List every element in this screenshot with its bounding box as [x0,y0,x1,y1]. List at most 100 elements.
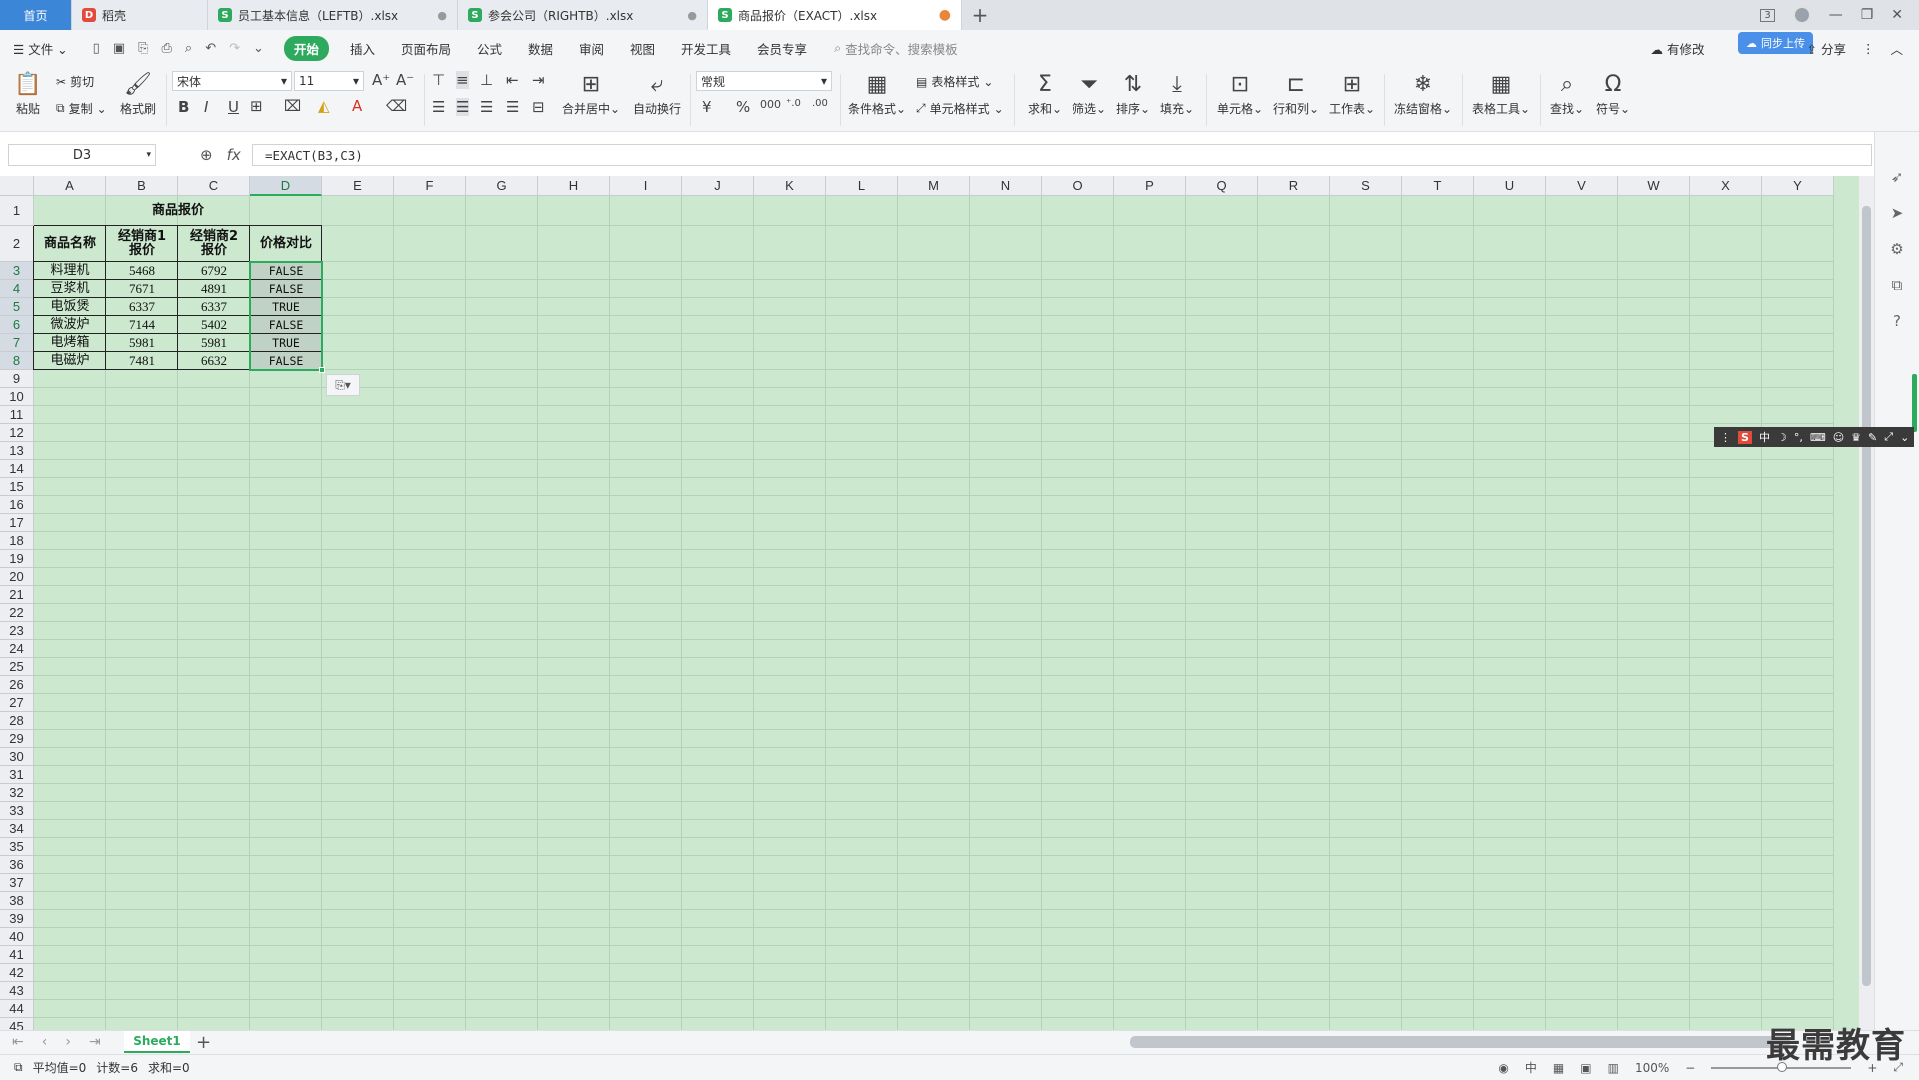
tab-home[interactable]: 首页 [0,0,72,30]
increase-decimal-icon[interactable]: ⁺.0 [786,98,801,109]
product-name-cell[interactable]: 豆浆机 [34,280,106,298]
distribute-icon[interactable]: ⊟ [532,98,545,116]
close-window-icon[interactable]: ✕ [1891,7,1903,23]
row-header-41[interactable]: 41 [0,946,34,964]
dealer1-price-cell[interactable]: 5981 [106,334,178,352]
row-header-13[interactable]: 13 [0,442,34,460]
row-header-40[interactable]: 40 [0,928,34,946]
font-size-select[interactable]: 11 ▾ [294,71,364,91]
new-doc-icon[interactable]: ▯ [93,41,100,56]
menu-review[interactable]: 审阅 [566,39,617,58]
dealer1-price-cell[interactable]: 7144 [106,316,178,334]
close-tab-icon[interactable]: ● [437,9,447,22]
dealer2-price-cell[interactable]: 5981 [178,334,250,352]
row-header-3[interactable]: 3 [0,262,34,280]
number-format-select[interactable]: 常规 ▾ [696,71,832,91]
moon-icon[interactable]: ☽ [1777,431,1787,444]
price-compare-cell[interactable]: FALSE [250,262,322,280]
column-header-p[interactable]: P [1114,176,1186,196]
price-compare-cell[interactable]: FALSE [250,316,322,334]
align-middle-icon[interactable]: ≡ [456,71,469,89]
eye-protect-icon[interactable]: ◉ [1498,1061,1508,1075]
print-icon[interactable]: ⎙ [162,41,172,56]
column-header-s[interactable]: S [1330,176,1402,196]
share-button[interactable]: ⇪ 分享 [1807,39,1846,58]
sort-button[interactable]: ⇅ 排序⌄ [1112,70,1154,117]
command-search[interactable]: ⌕ 查找命令、搜索模板 [820,39,958,58]
more-icon[interactable]: ⋮ [1862,41,1875,56]
close-tab-icon[interactable]: ● [687,9,697,22]
menu-home[interactable]: 开始 [283,35,329,61]
cloud-status[interactable]: ☁ 有修改 [1651,39,1705,58]
column-header-k[interactable]: K [754,176,826,196]
user-icon[interactable]: ☺ [1833,431,1844,444]
price-compare-cell[interactable]: TRUE [250,334,322,352]
fill-button[interactable]: ⤓ 填充⌄ [1156,70,1198,117]
merge-center-button[interactable]: ⊞ 合并居中⌄ [560,70,622,117]
keyboard-icon[interactable]: ⌨ [1810,431,1826,444]
vertical-scrollbar[interactable] [1859,176,1874,1030]
menu-developer[interactable]: 开发工具 [668,39,744,58]
indent-decrease-icon[interactable]: ⇤ [506,71,519,89]
dealer1-price-cell[interactable]: 7481 [106,352,178,370]
column-header-v[interactable]: V [1546,176,1618,196]
table-title-cell[interactable]: 商品报价 [34,196,322,226]
restore-icon[interactable]: ❐ [1861,7,1874,23]
decrease-font-icon[interactable]: A⁻ [396,71,414,89]
fill-color-icon[interactable]: ◭ [318,97,330,115]
align-top-icon[interactable]: ⊤ [432,71,445,89]
menu-member[interactable]: 会员专享 [744,39,820,58]
find-button[interactable]: ⌕ 查找⌄ [1546,70,1588,117]
row-header-7[interactable]: 7 [0,334,34,352]
table-header-cell[interactable]: 经销商1 报价 [106,226,178,262]
cell-button[interactable]: ⊡ 单元格⌄ [1214,70,1266,117]
sum-button[interactable]: Σ 求和⌄ [1024,70,1066,117]
pointer-icon[interactable]: ➤ [1891,204,1904,222]
status-ime-mode[interactable]: 中 [1525,1059,1537,1076]
row-header-22[interactable]: 22 [0,604,34,622]
row-header-12[interactable]: 12 [0,424,34,442]
column-header-o[interactable]: O [1042,176,1114,196]
formula-input[interactable]: =EXACT(B3,C3) [252,144,1872,166]
align-right-icon[interactable]: ☰ [480,98,493,116]
fx-icon[interactable]: fx [227,146,241,164]
row-header-20[interactable]: 20 [0,568,34,586]
row-header-34[interactable]: 34 [0,820,34,838]
row-header-31[interactable]: 31 [0,766,34,784]
minimize-icon[interactable]: — [1829,7,1843,23]
currency-icon[interactable]: ¥ [702,98,712,116]
settings-sliders-icon[interactable]: ⚙ [1890,240,1903,258]
row-header-1[interactable]: 1 [0,196,34,226]
macro-icon[interactable]: ⧉ [14,1060,23,1075]
price-compare-cell[interactable]: FALSE [250,280,322,298]
freeze-panes-button[interactable]: ❄ 冻结窗格⌄ [1392,70,1454,117]
column-header-u[interactable]: U [1474,176,1546,196]
row-header-26[interactable]: 26 [0,676,34,694]
column-header-f[interactable]: F [394,176,466,196]
product-name-cell[interactable]: 料理机 [34,262,106,280]
row-header-39[interactable]: 39 [0,910,34,928]
cut-button[interactable]: ✂ 剪切 [56,73,94,90]
row-header-23[interactable]: 23 [0,622,34,640]
dealer1-price-cell[interactable]: 7671 [106,280,178,298]
column-header-m[interactable]: M [898,176,970,196]
customize-icon[interactable]: ⌄ [253,41,264,56]
row-header-27[interactable]: 27 [0,694,34,712]
row-header-17[interactable]: 17 [0,514,34,532]
row-header-19[interactable]: 19 [0,550,34,568]
column-header-g[interactable]: G [466,176,538,196]
filter-button[interactable]: ⏷ 筛选⌄ [1068,70,1110,117]
format-painter-button[interactable]: 🖌 格式刷 [118,70,158,117]
table-style-button[interactable]: ▤ 表格样式 ⌄ [916,73,993,90]
row-header-29[interactable]: 29 [0,730,34,748]
column-header-w[interactable]: W [1618,176,1690,196]
wrap-text-button[interactable]: ⤶ 自动换行 [630,70,684,117]
underline-icon[interactable]: U [228,98,239,116]
column-header-q[interactable]: Q [1186,176,1258,196]
row-header-24[interactable]: 24 [0,640,34,658]
row-header-35[interactable]: 35 [0,838,34,856]
redo-icon[interactable]: ↷ [229,41,240,56]
page-break-view-icon[interactable]: ▥ [1608,1061,1619,1075]
row-header-21[interactable]: 21 [0,586,34,604]
indent-increase-icon[interactable]: ⇥ [532,71,545,89]
